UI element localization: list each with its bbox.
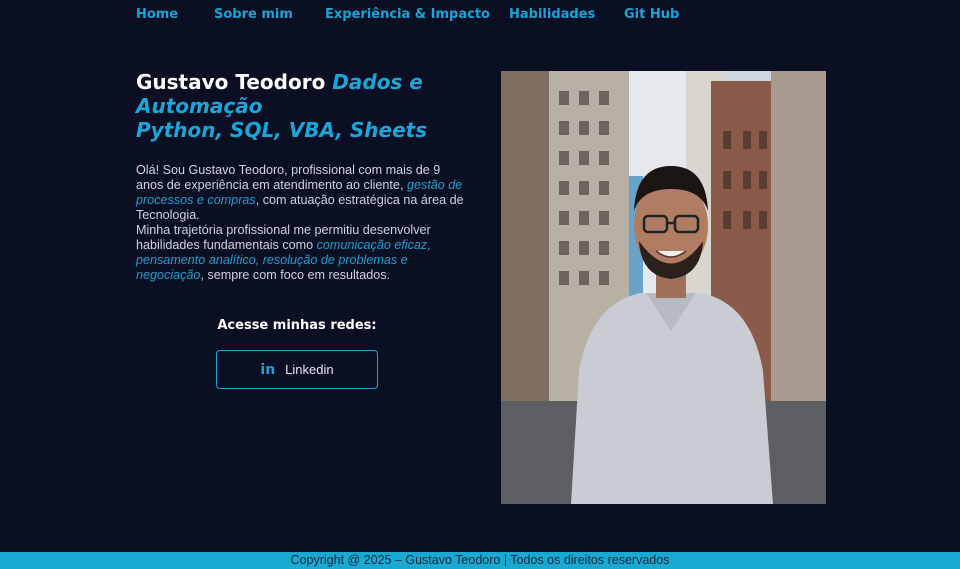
hero-tagline-2: Python, SQL, VBA, Sheets <box>136 118 428 142</box>
linkedin-icon: in <box>260 361 276 378</box>
linkedin-button[interactable]: in Linkedin <box>216 350 378 389</box>
bio-text: Olá! Sou Gustavo Teodoro, profissional c… <box>136 163 466 283</box>
nav-home[interactable]: Home <box>136 7 178 22</box>
social-title: Acesse minhas redes: <box>217 318 377 333</box>
linkedin-label: Linkedin <box>285 362 334 377</box>
nav-sobre-mim[interactable]: Sobre mim <box>214 7 293 22</box>
nav-experiencia-impacto[interactable]: Experiência & Impacto <box>325 7 490 22</box>
bio-p1-a: Olá! Sou Gustavo Teodoro, profissional c… <box>136 163 441 192</box>
profile-photo <box>501 71 826 504</box>
bio-p2-b: , sempre com foco em resultados. <box>200 268 391 282</box>
profile-photo-illustration <box>501 71 826 504</box>
footer-copyright: Copyright @ 2025 – Gustavo Teodoro | Tod… <box>0 552 960 569</box>
hero-name: Gustavo Teodoro <box>136 70 326 94</box>
nav-habilidades[interactable]: Habilidades <box>509 7 595 22</box>
top-nav: Home Sobre mim Experiência & Impacto Hab… <box>0 0 960 30</box>
nav-github[interactable]: Git Hub <box>624 7 679 22</box>
hero-title: Gustavo Teodoro Dados e Automação Python… <box>136 70 476 142</box>
